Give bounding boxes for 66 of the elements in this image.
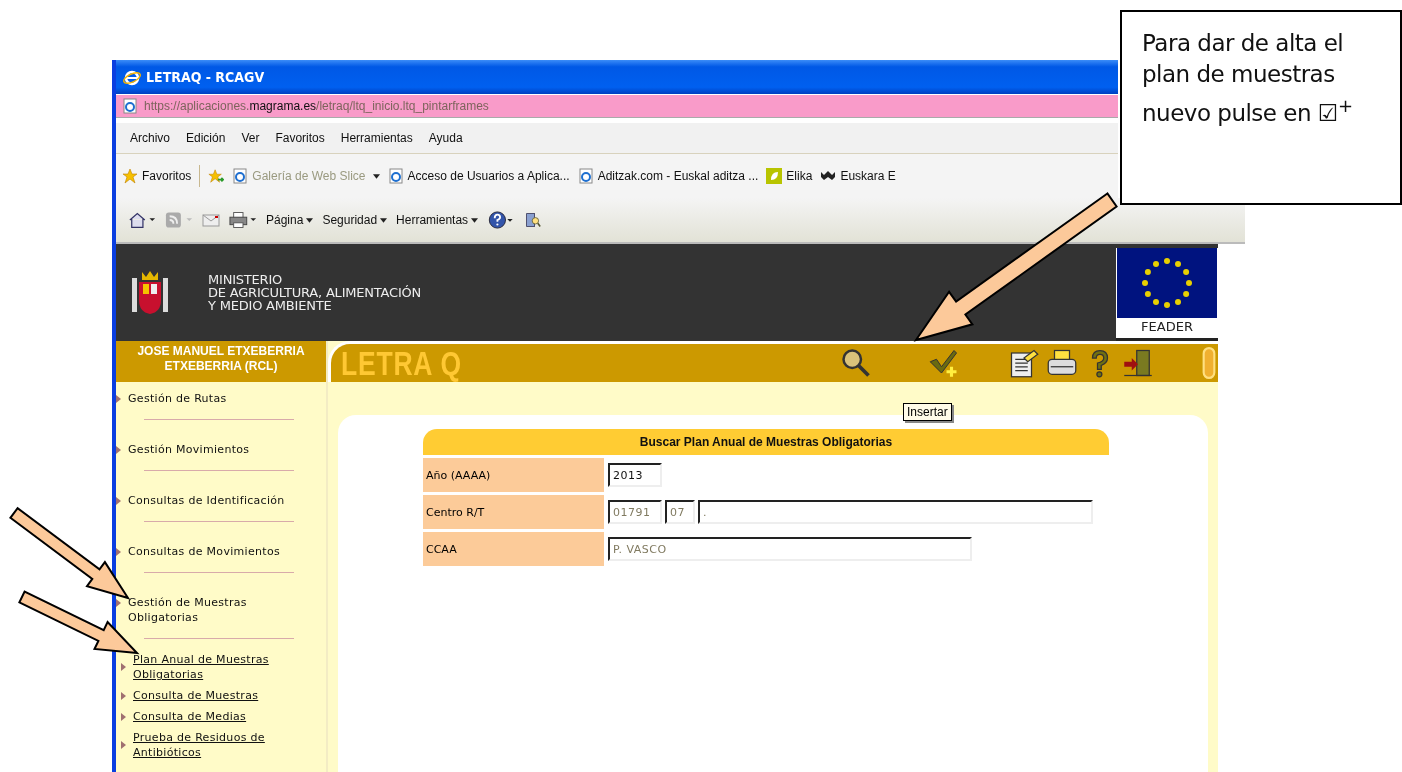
menu-item[interactable]: Edición	[178, 131, 234, 145]
command-menu[interactable]: Herramientas	[396, 213, 479, 227]
field-label: Año (AAAA)	[423, 458, 604, 492]
bullet-icon	[121, 691, 126, 700]
favorite-link[interactable]: Elika	[766, 168, 813, 184]
command-menu[interactable]: Seguridad	[322, 213, 388, 227]
bullet-icon	[116, 497, 121, 505]
window-title: LETRAQ - RCAGV	[146, 69, 265, 85]
sidebar-link[interactable]: Plan Anual de Muestras Obligatorias	[133, 652, 298, 682]
sidebar-item[interactable]: Gestión Movimientos	[128, 442, 250, 457]
bullet-icon	[116, 446, 121, 454]
exit-door-icon[interactable]	[1123, 348, 1153, 378]
caret-icon	[380, 217, 388, 223]
command-menu[interactable]: Página	[266, 213, 314, 227]
page-icon	[387, 168, 404, 184]
sidebar-item[interactable]: Consultas de Movimientos	[128, 544, 280, 559]
leaf-icon	[766, 168, 783, 184]
menu-item[interactable]: Ver	[233, 131, 268, 145]
field-label: Centro R/T	[423, 495, 604, 529]
bullet-icon	[121, 663, 126, 671]
caret-icon	[471, 217, 479, 223]
mail-icon[interactable]	[202, 212, 220, 228]
favorites-button[interactable]: Favoritos	[122, 168, 192, 184]
add-favorite-icon[interactable]	[208, 168, 225, 184]
url-domain[interactable]: magrama.es	[249, 99, 317, 113]
scroll-handle-icon[interactable]	[1202, 347, 1216, 379]
page-icon	[122, 98, 138, 114]
bullet-icon	[121, 741, 126, 749]
favorite-link[interactable]: Euskara E	[820, 168, 896, 184]
sidebar-item[interactable]: Gestión de Rutas	[128, 391, 227, 406]
caret-icon	[306, 217, 314, 223]
ministry-name: MINISTERIO DE AGRICULTURA, ALIMENTACIÓN Y MEDIO AMBIENTE	[208, 273, 422, 312]
edit-document-icon[interactable]	[1009, 348, 1039, 378]
favorite-link[interactable]: Acceso de Usuarios a Aplica...	[387, 168, 570, 184]
page-icon	[577, 168, 594, 184]
bullet-icon	[116, 395, 121, 403]
research-icon[interactable]	[524, 212, 543, 228]
star-icon	[122, 168, 138, 184]
search-icon[interactable]	[841, 348, 871, 378]
form-title: Buscar Plan Anual de Muestras Obligatorias	[423, 429, 1109, 455]
menu-item[interactable]: Archivo	[122, 131, 178, 145]
checkmark-plus-icon[interactable]	[929, 348, 959, 378]
tooltip: Insertar	[903, 403, 952, 421]
field-label: CCAA	[423, 532, 604, 566]
sidebar-item[interactable]: Gestión de Muestras Obligatorias	[128, 595, 308, 625]
page-icon	[232, 168, 249, 184]
favorite-link[interactable]: Aditzak.com - Euskal aditza ...	[577, 168, 759, 184]
address-bar[interactable]: https://aplicaciones.magrama.es/letraq/ltq_inicio.ltq_pintarframes	[116, 94, 1118, 118]
user-name: JOSE MANUEL ETXEBERRIA ETXEBERRIA (RCL)	[116, 341, 326, 382]
menu-item[interactable]: Favoritos	[267, 131, 333, 145]
input-field[interactable]: 2013	[608, 463, 662, 487]
printer-icon[interactable]	[1047, 348, 1077, 378]
printer-icon[interactable]	[229, 211, 257, 229]
menu-item[interactable]: Ayuda	[420, 131, 471, 145]
menu-item[interactable]: Herramientas	[332, 131, 421, 145]
bullet-icon	[121, 712, 126, 721]
sidebar-link[interactable]: Consulta de Muestras	[133, 688, 259, 703]
home-icon[interactable]	[128, 211, 156, 229]
eu-logo: FEADER	[1116, 248, 1218, 341]
sidebar-link[interactable]: Consulta de Medias	[133, 709, 247, 724]
bullet-icon	[116, 599, 121, 607]
callout-note: Para dar de alta el plan de muestras nuevo pulse en ☑$^{+}$	[1120, 10, 1402, 205]
sidebar-item[interactable]: Consultas de Identificación	[128, 493, 285, 508]
bullet-icon	[116, 548, 121, 556]
sidebar-link[interactable]: Prueba de Residuos de Antibióticos	[133, 730, 298, 760]
caret-icon	[372, 173, 380, 179]
